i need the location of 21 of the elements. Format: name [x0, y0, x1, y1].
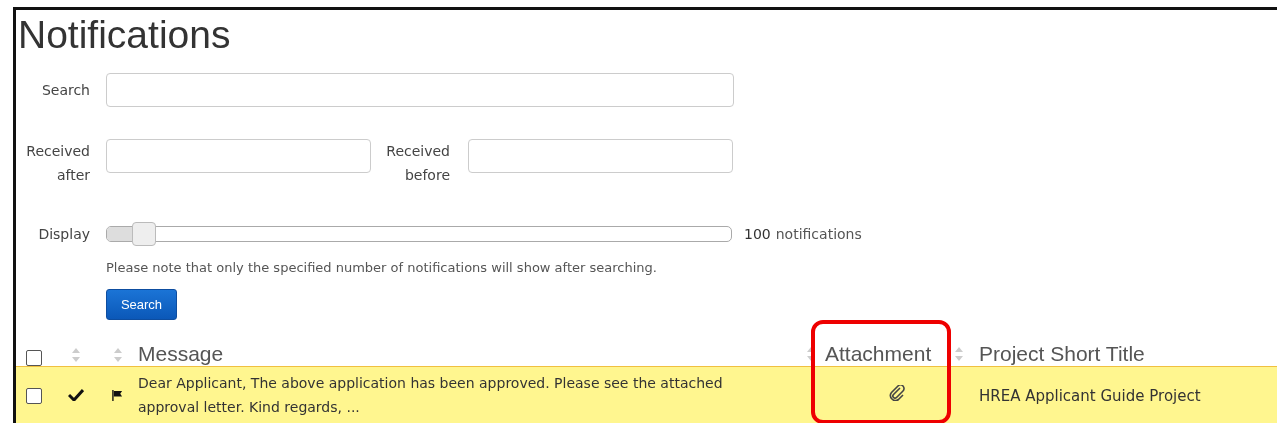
message-text: Dear Applicant, The above application has been approved. Please see the attached approval letter. Kind regards, ...: [137, 374, 724, 417]
hint-text: Please note that only the specified number of notifications will show after searching.: [106, 260, 658, 275]
field-label: Display: [37, 225, 90, 244]
field-label: Search: [40, 81, 90, 100]
field-label: Received before: [385, 142, 450, 185]
search-button[interactable]: Search: [106, 289, 177, 320]
page-title: Notifications: [17, 12, 232, 58]
project-title: HREA Applicant Guide Project: [978, 386, 1201, 405]
count-value: 100: [744, 226, 771, 242]
checkbox[interactable]: [26, 349, 42, 366]
column-header[interactable]: Project Short Title: [969, 342, 1145, 366]
column-header[interactable]: Attachment: [825, 342, 932, 366]
column-header[interactable]: Message: [135, 342, 224, 366]
date-field[interactable]: [106, 139, 371, 173]
checkbox[interactable]: [26, 388, 42, 404]
search-field[interactable]: [106, 73, 734, 107]
field-label: Received after: [25, 142, 90, 185]
slider-thumb[interactable]: [131, 222, 156, 246]
date-field[interactable]: [468, 139, 733, 173]
paperclip-icon[interactable]: [889, 385, 905, 401]
count-unit: notifications: [775, 226, 862, 242]
